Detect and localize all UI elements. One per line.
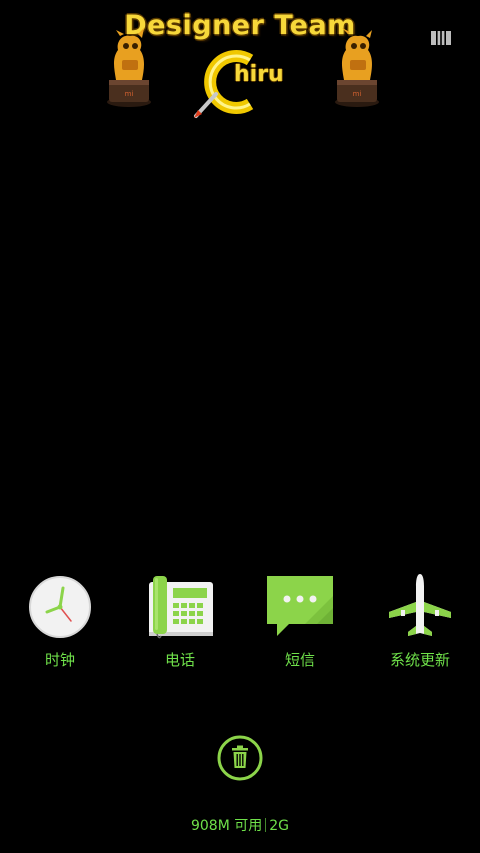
memory-status: 908M 可用 2G <box>0 815 480 835</box>
message-icon <box>267 576 333 636</box>
app-messages[interactable]: 短信 <box>240 568 360 678</box>
network-type-text: 2G <box>269 818 290 834</box>
logo-text: hiru <box>234 62 284 87</box>
app-label: 时钟 <box>44 651 75 669</box>
status-divider <box>265 818 267 832</box>
app-label: 短信 <box>284 651 315 669</box>
app-dock: 时钟 电话 短信 系统更新 <box>0 568 480 678</box>
trophy-icon: mi <box>335 28 379 107</box>
clear-memory-button[interactable] <box>216 734 264 782</box>
app-phone[interactable]: 电话 <box>120 568 240 678</box>
trophy-icon: mi <box>107 28 151 107</box>
app-clock[interactable]: 时钟 <box>0 568 120 678</box>
clock-icon <box>29 576 91 638</box>
menu-icon[interactable] <box>428 28 454 48</box>
app-label: 系统更新 <box>389 651 450 669</box>
phone-icon <box>149 576 213 639</box>
banner-title: Designer Team <box>124 10 356 41</box>
app-system-update[interactable]: 系统更新 <box>360 568 480 678</box>
trash-icon <box>232 745 248 768</box>
app-label: 电话 <box>164 651 195 669</box>
header-banner: Designer Team mi mi hiru <box>0 0 480 130</box>
trophy-badge: mi <box>353 90 362 98</box>
airplane-icon <box>389 574 451 636</box>
trophy-badge: mi <box>125 90 134 98</box>
memory-free-text: 908M 可用 <box>190 818 263 834</box>
